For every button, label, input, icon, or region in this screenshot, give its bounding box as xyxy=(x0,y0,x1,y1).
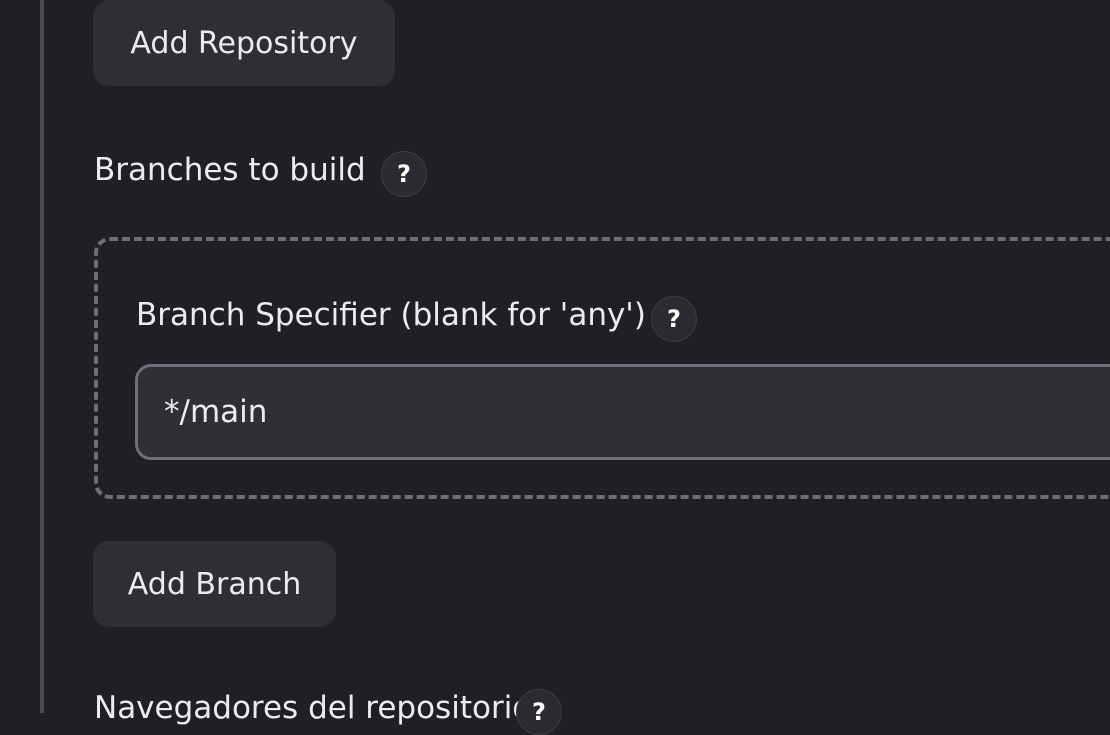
branch-specifier-label: Branch Specifier (blank for 'any') xyxy=(136,297,646,333)
add-branch-button[interactable]: Add Branch xyxy=(93,541,336,627)
repository-browser-help-icon[interactable]: ? xyxy=(516,689,562,735)
branches-to-build-label: Branches to build xyxy=(94,152,366,188)
add-repository-button[interactable]: Add Repository xyxy=(93,0,395,86)
section-indent-rail xyxy=(40,0,44,713)
branch-specifier-help-icon[interactable]: ? xyxy=(651,296,697,342)
branch-specifier-input[interactable] xyxy=(135,364,1110,460)
repository-browser-label: Navegadores del repositorio xyxy=(94,690,532,726)
branches-help-icon[interactable]: ? xyxy=(381,151,427,197)
